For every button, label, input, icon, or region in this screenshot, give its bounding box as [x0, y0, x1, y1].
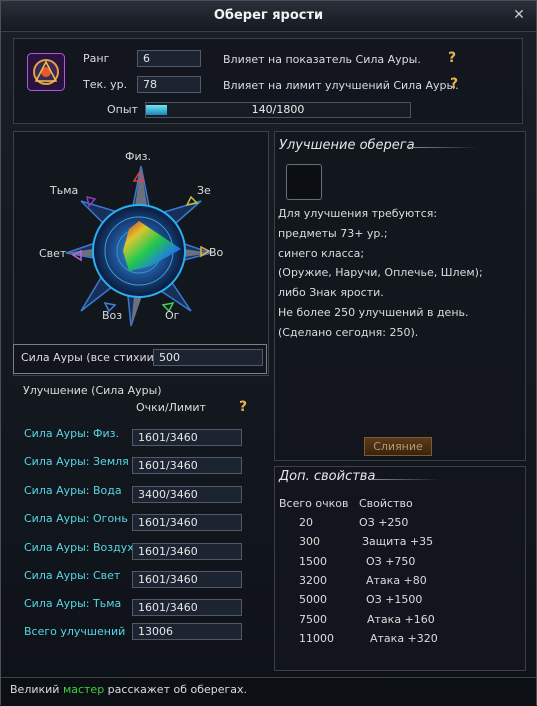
- exp-text: 140/1800: [251, 103, 305, 116]
- amulet-window: Оберег ярости ✕ Ранг 6 Влияет на показат…: [0, 0, 537, 706]
- stat-value-field: 1601/3460: [132, 599, 242, 617]
- stat-value-field: 3400/3460: [132, 485, 242, 503]
- close-icon[interactable]: ✕: [512, 8, 526, 22]
- stat-label: Сила Ауры: Земля: [24, 455, 129, 469]
- extra-property: Атака +320: [370, 631, 438, 645]
- status-text-before: Великий: [10, 683, 63, 696]
- compass-label-water: Во: [209, 246, 224, 259]
- compass-label-fire: Ог: [165, 309, 180, 322]
- requirement-line: Не более 250 улучшений в день.: [278, 306, 469, 319]
- improve-header-line: [409, 147, 479, 148]
- status-bar: Великий мастер расскажет об оберегах.: [1, 677, 536, 706]
- level-label: Тек. ур.: [83, 78, 128, 91]
- points-limit-header: Очки/Лимит: [136, 401, 206, 414]
- extra-col-points: Всего очков: [279, 497, 349, 510]
- window-title: Оберег ярости: [213, 8, 324, 23]
- improve-header: Улучшение оберега: [279, 138, 415, 153]
- rank-description: Влияет на показатель Сила Ауры.: [223, 53, 421, 66]
- stat-value-field: 1601/3460: [132, 514, 242, 532]
- exp-bar: 140/1800: [145, 102, 411, 118]
- compass-label-air: Воз: [102, 309, 123, 322]
- aura-all-label: Сила Ауры (все стихии): [21, 351, 159, 364]
- extra-header-line: [371, 479, 441, 480]
- extra-points: 300: [299, 535, 320, 549]
- requirement-line: либо Знак ярости.: [278, 286, 384, 300]
- requirement-line: (Оружие, Наручи, Оплечье, Шлем);: [278, 266, 483, 280]
- rank-help-icon[interactable]: ?: [448, 50, 456, 66]
- extra-col-property: Свойство: [359, 497, 413, 510]
- aura-all-field: 500: [153, 349, 263, 366]
- level-help-icon[interactable]: ?: [450, 76, 458, 92]
- compass-label-light: Свет: [39, 247, 67, 260]
- amulet-icon: [27, 53, 65, 91]
- rank-field: 6: [137, 50, 201, 67]
- stat-label: Сила Ауры: Физ.: [24, 427, 119, 440]
- total-upgrades-label: Всего улучшений: [24, 625, 126, 638]
- extra-property: Защита +35: [362, 535, 434, 549]
- compass-label-earth: Зе: [197, 184, 211, 197]
- extra-property: ОЗ +750: [366, 554, 416, 568]
- extra-property: Атака +160: [367, 612, 435, 626]
- extra-points: 5000: [299, 593, 327, 607]
- level-description: Влияет на лимит улучшений Сила Ауры.: [223, 79, 459, 92]
- stats-help-icon[interactable]: ?: [239, 399, 247, 415]
- rank-label: Ранг: [83, 52, 110, 65]
- stat-value-field: 1601/3460: [132, 429, 242, 446]
- stat-label: Сила Ауры: Воздух: [24, 540, 134, 554]
- title-bar[interactable]: Оберег ярости ✕: [1, 1, 536, 32]
- extra-points: 20: [299, 516, 313, 529]
- total-upgrades-field: 13006: [132, 623, 242, 640]
- stat-label: Сила Ауры: Тьма: [24, 597, 122, 611]
- stat-value-field: 1601/3460: [132, 571, 242, 588]
- compass-label-phys: Физ.: [125, 150, 151, 163]
- requirement-line: предметы 73+ ур.;: [278, 226, 388, 240]
- extra-points: 11000: [299, 631, 334, 645]
- extra-points: 3200: [299, 573, 327, 587]
- requirement-line: Для улучшения требуются:: [278, 207, 438, 220]
- upgrade-title: Улучшение (Сила Ауры): [23, 384, 162, 397]
- stat-label: Сила Ауры: Вода: [24, 483, 122, 497]
- status-text-after: расскажет об оберегах.: [104, 683, 248, 696]
- stat-value-field: 1601/3460: [132, 457, 242, 475]
- extra-property: Атака +80: [366, 573, 427, 587]
- requirement-line: синего класса;: [278, 246, 365, 260]
- compass-label-dark: Тьма: [50, 184, 79, 197]
- requirement-line: (Сделано сегодня: 250).: [278, 325, 419, 339]
- stat-label: Сила Ауры: Огонь: [24, 512, 128, 526]
- item-slot[interactable]: [286, 164, 322, 200]
- status-text: Великий мастер расскажет об оберегах.: [10, 683, 247, 696]
- extra-property: ОЗ +250: [359, 516, 409, 529]
- master-link[interactable]: мастер: [63, 683, 104, 696]
- extra-property: ОЗ +1500: [366, 593, 423, 607]
- extra-header: Доп. свойства: [279, 469, 376, 484]
- stat-value-field: 1601/3460: [132, 542, 242, 560]
- level-field: 78: [137, 76, 201, 93]
- extra-points: 7500: [299, 612, 327, 626]
- extra-points: 1500: [299, 554, 327, 568]
- stat-label: Сила Ауры: Свет: [24, 569, 121, 582]
- exp-label: Опыт: [107, 103, 138, 116]
- merge-button[interactable]: Слияние: [364, 437, 432, 456]
